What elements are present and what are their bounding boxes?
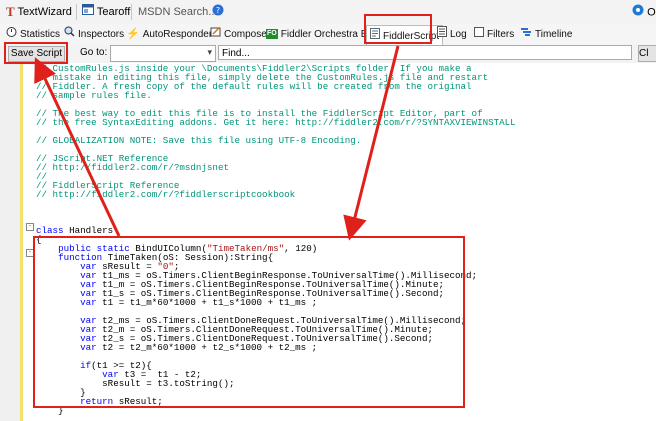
arrow-to-code-block bbox=[343, 45, 400, 241]
arrow-to-save-script bbox=[34, 57, 121, 237]
annotation-arrows bbox=[34, 45, 400, 241]
